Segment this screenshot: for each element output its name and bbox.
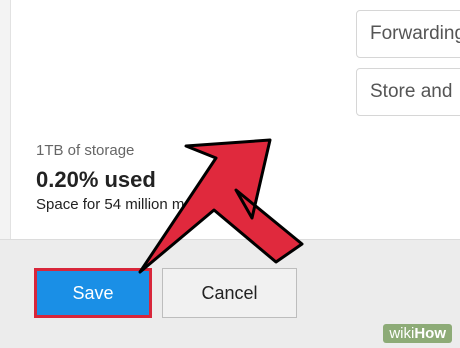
save-button[interactable]: Save: [34, 268, 152, 318]
cancel-button[interactable]: Cancel: [162, 268, 297, 318]
forwarding-option-button[interactable]: Forwarding: [356, 10, 460, 58]
store-option-button[interactable]: Store and: [356, 68, 460, 116]
settings-panel: Forwarding Store and 1TB of storage 0.20…: [0, 0, 460, 348]
storage-title: 1TB of storage: [36, 142, 135, 159]
wikihow-logo: wikiHow: [383, 324, 452, 343]
storage-used-percent: 0.20% used: [36, 167, 156, 192]
sidebar-edge: [0, 0, 11, 240]
storage-space-text: Space for 54 million m: [36, 196, 185, 213]
